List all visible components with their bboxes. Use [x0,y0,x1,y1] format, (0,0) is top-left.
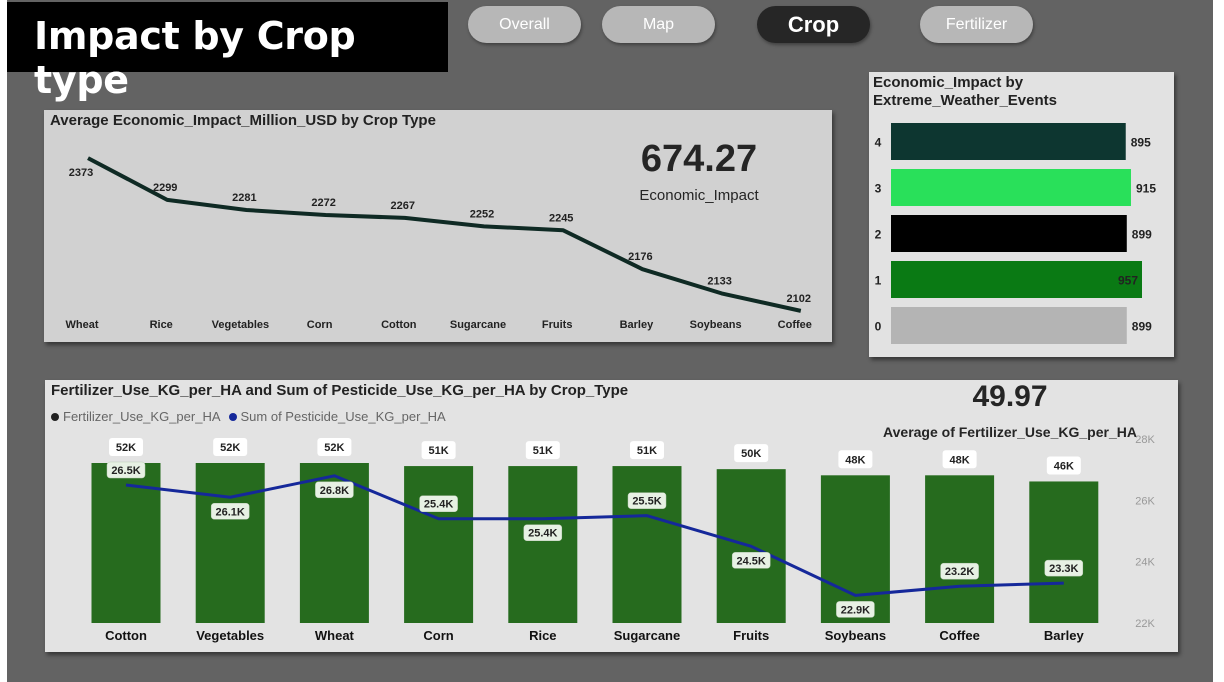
hbar-data-label: 915 [1136,182,1156,196]
combo-y2-tick-label: 22K [1135,618,1155,630]
economic-impact-series-line [87,156,802,313]
combo-x-tick-label: Corn [423,628,453,643]
combo-y2-tick-label: 26K [1135,495,1155,507]
line-x-tick-label: Wheat [66,319,99,331]
line-x-tick-label: Vegetables [212,319,269,331]
fertilizer-pesticide-combo-chart: 22K 24K 26K 28K 52K Cotton 52K Vegetables 52K Whe… [91,434,1155,643]
line-x-tick-label: Coffee [778,319,812,331]
fertilizer-data-label: 52K [116,442,136,454]
hbar-y-tick-label: 4 [875,136,882,150]
pesticide-data-label: 22.9K [841,604,870,616]
pesticide-data-label: 26.8K [320,485,349,497]
fertilizer-bar [508,466,578,623]
hbar-bar [891,261,1142,298]
hbar-data-label: 957 [1118,274,1138,288]
fertilizer-pesticide-combo-panel[interactable]: Fertilizer_Use_KG_per_HA and Sum of Pest… [45,380,1178,652]
nav-button-map[interactable]: Map [602,6,715,43]
nav-button-overall[interactable]: Overall [468,6,581,43]
pesticide-data-label: 26.5K [111,465,140,477]
line-x-tick-label: Rice [150,319,173,331]
economic-impact-line-chart: 2373 Wheat 2299 Rice 2281 Vegetables 2272 Corn 2… [66,156,812,331]
hbar-y-tick-label: 3 [875,182,882,196]
line-data-label: 2245 [549,212,573,224]
nav-button-crop[interactable]: Crop [757,6,870,43]
line-x-tick-label: Barley [620,319,655,331]
line-data-label: 2272 [311,197,335,209]
fertilizer-data-label: 51K [533,445,553,457]
fertilizer-data-label: 46K [1054,460,1074,472]
combo-x-tick-label: Coffee [939,628,979,643]
line-x-tick-label: Fruits [542,319,573,331]
line-data-label: 2373 [69,167,93,179]
combo-x-tick-label: Cotton [105,628,147,643]
combo-x-tick-label: Vegetables [196,628,264,643]
line-data-label: 2299 [153,182,177,194]
pesticide-data-label: 25.4K [528,528,557,540]
combo-x-tick-label: Fruits [733,628,769,643]
pesticide-data-label: 25.5K [632,496,661,508]
combo-x-tick-label: Rice [529,628,556,643]
pesticide-data-label: 25.4K [424,499,453,511]
line-data-label: 2133 [707,275,731,287]
fertilizer-bar [820,475,890,623]
page-title: Impact by Crop type [34,14,356,102]
hbar-bar [891,169,1131,206]
page-title-block: Impact by Crop type [7,2,448,102]
hbar-y-tick-label: 0 [875,320,882,334]
fertilizer-bar [1029,481,1099,623]
pesticide-series-line [125,474,1064,597]
hbar-bar [891,123,1126,160]
fertilizer-data-label: 48K [950,454,970,466]
combo-x-tick-label: Sugarcane [614,628,680,643]
pesticide-data-label: 23.3K [1049,563,1078,575]
combo-y2-tick-label: 28K [1135,434,1155,446]
fertilizer-data-label: 48K [845,454,865,466]
fertilizer-data-label: 51K [637,445,657,457]
pesticide-data-label: 23.2K [945,566,974,578]
fertilizer-bar [612,466,682,623]
line-data-label: 2267 [391,200,415,212]
line-x-tick-label: Soybeans [690,319,742,331]
line-data-label: 2252 [470,208,494,220]
hbar-data-label: 899 [1132,320,1152,334]
fertilizer-data-label: 52K [220,442,240,454]
hbar-bar [891,215,1127,252]
line-x-tick-label: Cotton [381,319,417,331]
fertilizer-bar [195,463,265,623]
combo-x-tick-label: Soybeans [825,628,886,643]
pesticide-data-label: 26.1K [216,506,245,518]
hbar-data-label: 895 [1131,136,1151,150]
fertilizer-data-label: 51K [429,445,449,457]
combo-y2-tick-label: 24K [1135,557,1155,569]
line-data-label: 2102 [787,293,811,305]
fertilizer-data-label: 50K [741,448,761,460]
line-data-label: 2176 [628,251,652,263]
hbar-y-tick-label: 2 [875,228,882,242]
hbar-data-label: 899 [1132,228,1152,242]
line-data-label: 2281 [232,192,256,204]
hbar-bar [891,307,1127,344]
combo-x-tick-label: Barley [1044,628,1085,643]
hbar-y-tick-label: 1 [875,274,882,288]
fertilizer-data-label: 52K [324,442,344,454]
economic-impact-line-panel[interactable]: Average Economic_Impact_Million_USD by C… [44,110,832,342]
pesticide-data-label: 24.5K [737,555,766,567]
fertilizer-bar [404,466,474,623]
line-x-tick-label: Sugarcane [450,319,506,331]
combo-x-tick-label: Wheat [315,628,355,643]
weather-events-bar-chart: 4 895 3 915 2 899 1 957 0 899 [875,123,1156,344]
nav-button-fertilizer[interactable]: Fertilizer [920,6,1033,43]
weather-events-bar-panel[interactable]: Economic_Impact by Extreme_Weather_Event… [869,72,1174,357]
fertilizer-bar [925,475,995,623]
line-x-tick-label: Corn [307,319,333,331]
